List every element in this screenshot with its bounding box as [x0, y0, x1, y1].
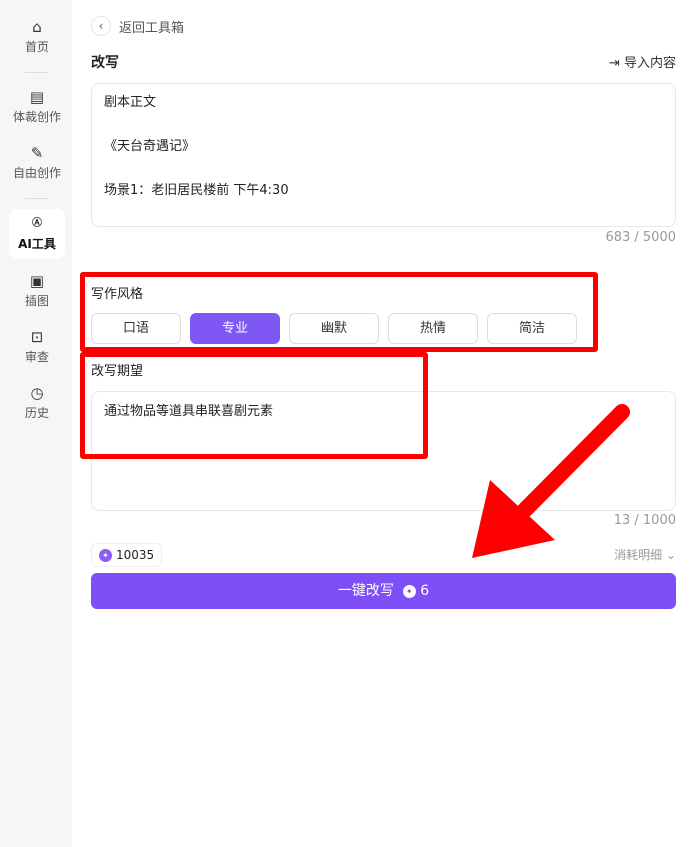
rewrite-button[interactable]: 一键改写 ✦ 6: [91, 573, 676, 609]
annotation-arrow-icon: [472, 404, 630, 558]
ai-icon: Ⓐ: [32, 218, 42, 229]
image-icon: ▣: [29, 272, 45, 290]
source-char-count: 683 / 5000: [605, 230, 676, 245]
import-button[interactable]: ⇥ 导入内容: [609, 52, 676, 71]
import-icon: ⇥: [608, 56, 624, 71]
sidebar-item-home[interactable]: ⌂ 首页: [9, 16, 65, 66]
sidebar-item-review[interactable]: ⊡ 审查: [9, 326, 65, 376]
chevron-down-icon: ⌄: [662, 548, 676, 562]
chevron-left-icon: ‹: [91, 16, 111, 36]
credit-icon: ✦: [402, 584, 416, 598]
source-textarea[interactable]: 剧本正文 《天台奇遇记》 场景1：老旧居民楼前 下午4:30: [91, 83, 676, 227]
sidebar: ⌂ 首页 ▤ 体裁创作 ✎ 自由创作 Ⓐ AI工具 ▣ 插图 ⊡ 审查 ◷ 历史: [0, 0, 72, 847]
sidebar-item-ai-tools[interactable]: Ⓐ AI工具: [9, 209, 65, 259]
page-title: 改写: [91, 55, 119, 71]
divider: [25, 198, 49, 199]
quill-icon: ✎: [30, 144, 44, 162]
home-icon: ⌂: [32, 18, 42, 36]
annotation-box-expect: [80, 352, 428, 459]
annotation-box-style: [80, 272, 598, 352]
credit-icon: ✦: [99, 548, 112, 562]
sidebar-item-genre[interactable]: ▤ 体裁创作: [9, 86, 65, 136]
credit-balance: ✦ 10035: [91, 543, 163, 567]
divider: [25, 72, 49, 73]
scroll-icon: ▤: [29, 88, 45, 106]
review-icon: ⊡: [30, 328, 44, 346]
back-button[interactable]: ‹ 返回工具箱: [91, 16, 184, 36]
sidebar-item-illustration[interactable]: ▣ 插图: [9, 270, 65, 320]
history-icon: ◷: [30, 384, 44, 402]
sidebar-item-free[interactable]: ✎ 自由创作: [9, 142, 65, 192]
sidebar-item-history[interactable]: ◷ 历史: [9, 382, 65, 432]
